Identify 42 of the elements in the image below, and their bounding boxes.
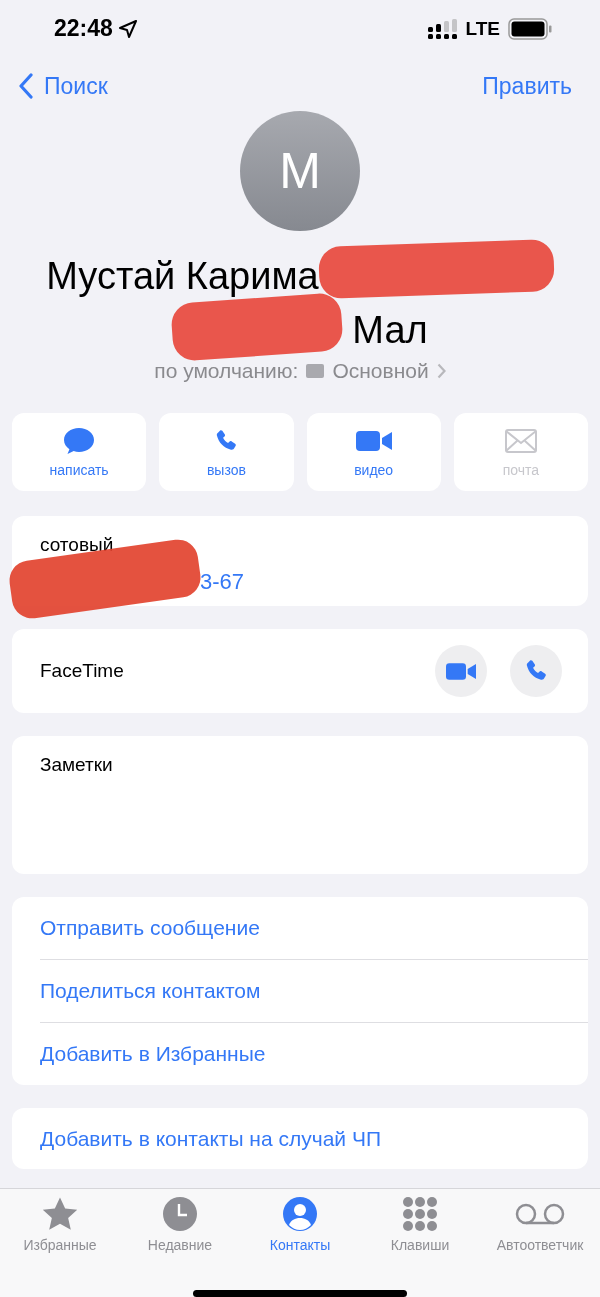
star-icon[interactable] — [41, 1196, 79, 1232]
video-camera-icon — [355, 430, 392, 452]
tab[interactable]: Недавние — [120, 1195, 240, 1269]
account-icon — [306, 364, 325, 378]
person-icon[interactable] — [282, 1196, 318, 1232]
action-link[interactable]: Добавить в Избранные — [40, 1022, 588, 1085]
phone-number-link[interactable]: 3-67 — [200, 569, 245, 595]
back-link[interactable]: Поиск — [18, 72, 108, 100]
message-button[interactable]: написать — [12, 413, 147, 491]
notes-field[interactable]: Заметки — [12, 736, 588, 874]
video-camera-icon — [446, 661, 476, 681]
tab[interactable]: Избранные — [0, 1195, 120, 1269]
video-call-button[interactable] — [435, 645, 487, 697]
contact-name: Мал — [352, 308, 428, 352]
chevron-left-icon — [18, 73, 34, 99]
envelope-icon — [504, 429, 537, 453]
avatar: М — [240, 111, 360, 231]
network-type: LTE — [465, 17, 500, 40]
speech-bubble-icon — [63, 427, 96, 455]
tab[interactable]: Автоответчик — [480, 1195, 600, 1269]
edit-link[interactable]: Править — [482, 72, 572, 100]
facetime-label: FaceTime — [40, 660, 124, 682]
chevron-right-icon — [436, 363, 446, 379]
keypad-icon[interactable] — [402, 1196, 438, 1232]
location-arrow-icon — [118, 19, 137, 38]
clock-time: 22:48 — [54, 15, 113, 42]
default-label: по умолчанию: — [154, 359, 299, 383]
action-link[interactable]: Отправить сообщение — [40, 897, 588, 959]
signal-icon — [427, 18, 458, 39]
phone-label: сотовый — [40, 534, 114, 556]
video-button[interactable]: видео — [306, 413, 441, 491]
tab[interactable]: Клавиши — [360, 1195, 480, 1269]
battery-icon — [508, 17, 552, 40]
audio-call-button[interactable] — [510, 645, 562, 697]
call-button[interactable]: вызов — [159, 413, 294, 491]
contact-name: Мустай Карима — [46, 254, 319, 298]
clock-icon[interactable] — [162, 1196, 198, 1232]
emergency-contact-link[interactable]: Добавить в контакты на случай ЧП — [40, 1108, 588, 1169]
tab[interactable]: Контакты — [240, 1195, 360, 1269]
action-link[interactable]: Поделиться контактом — [40, 959, 588, 1022]
default-account-link[interactable]: Основной — [332, 359, 446, 383]
voicemail-icon[interactable] — [515, 1202, 565, 1226]
